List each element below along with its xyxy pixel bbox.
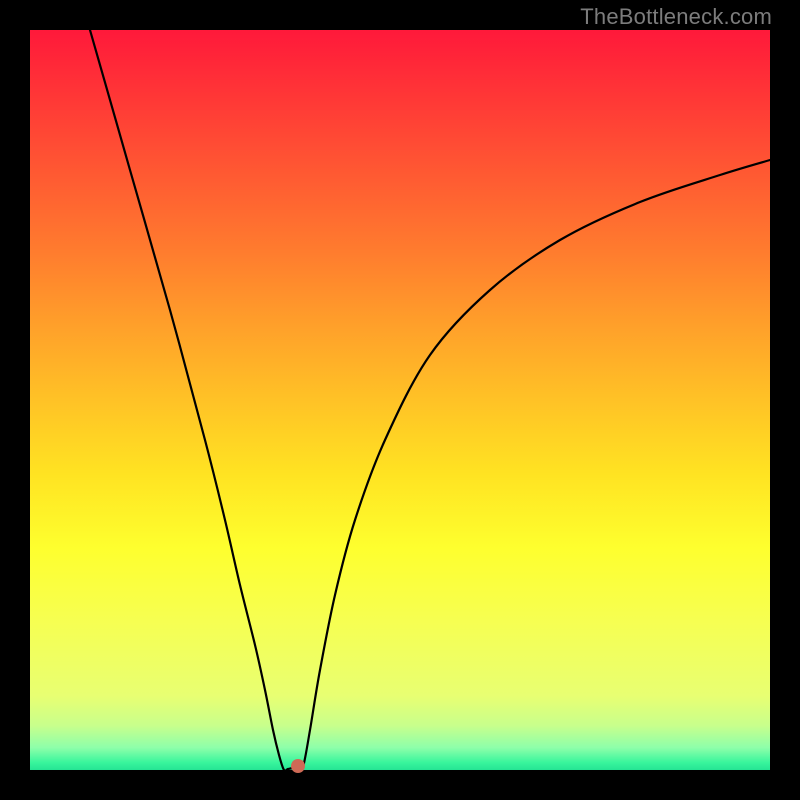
bottleneck-curve bbox=[90, 30, 770, 771]
optimal-point-marker bbox=[291, 759, 305, 773]
watermark-text: TheBottleneck.com bbox=[580, 4, 772, 30]
chart-frame: TheBottleneck.com bbox=[0, 0, 800, 800]
curve-layer bbox=[30, 30, 770, 770]
plot-area bbox=[30, 30, 770, 770]
